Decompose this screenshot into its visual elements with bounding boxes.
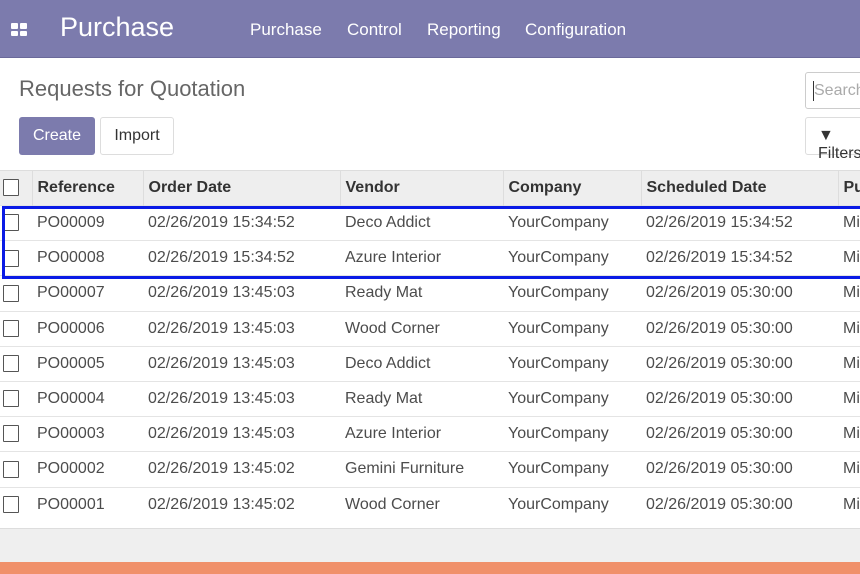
cell-company: YourCompany [503, 416, 641, 452]
cell-reference: PO00009 [32, 204, 143, 241]
cell-vendor: Wood Corner [340, 486, 503, 523]
cell-vendor: Gemini Furniture [340, 451, 503, 487]
row-checkbox[interactable] [0, 240, 32, 276]
footer-area [0, 528, 860, 562]
cell-purchase-rep: Mi [838, 416, 860, 452]
menu-configuration[interactable]: Configuration [525, 20, 626, 40]
row-checkbox[interactable] [0, 310, 32, 347]
cell-order-date: 02/26/2019 15:34:52 [143, 204, 340, 241]
cell-scheduled-date: 02/26/2019 05:30:00 [641, 486, 838, 523]
cell-purchase-rep: Mi [838, 240, 860, 276]
row-checkbox[interactable] [0, 486, 32, 523]
table-row[interactable]: PO00006 02/26/2019 13:45:03 Wood Corner You… [0, 310, 860, 347]
row-checkbox[interactable] [0, 380, 32, 417]
filter-icon: ▼ [818, 127, 834, 144]
row-checkbox[interactable] [0, 204, 32, 241]
cell-scheduled-date: 02/26/2019 05:30:00 [641, 416, 838, 452]
menu-control[interactable]: Control [347, 20, 402, 40]
cell-reference: PO00002 [32, 451, 143, 487]
cell-purchase-rep: Mi [838, 380, 860, 417]
cell-order-date: 02/26/2019 13:45:02 [143, 451, 340, 487]
cell-reference: PO00008 [32, 240, 143, 276]
row-checkbox[interactable] [0, 275, 32, 312]
row-checkbox[interactable] [0, 451, 32, 487]
cell-order-date: 02/26/2019 13:45:03 [143, 275, 340, 312]
table-row[interactable]: PO00004 02/26/2019 13:45:03 Ready Mat YourC… [0, 380, 860, 417]
cell-order-date: 02/26/2019 13:45:02 [143, 486, 340, 523]
cell-company: YourCompany [503, 451, 641, 487]
cell-scheduled-date: 02/26/2019 05:30:00 [641, 380, 838, 417]
cell-company: YourCompany [503, 275, 641, 312]
cell-scheduled-date: 02/26/2019 05:30:00 [641, 451, 838, 487]
cell-reference: PO00006 [32, 310, 143, 347]
cell-purchase-rep: Mi [838, 310, 860, 347]
table-row[interactable]: PO00008 02/26/2019 15:34:52 Azure Interior… [0, 240, 860, 276]
header-scheduled-date[interactable]: Scheduled Date [641, 170, 839, 206]
create-button[interactable]: Create [19, 117, 95, 155]
cell-vendor: Azure Interior [340, 416, 503, 452]
header-reference[interactable]: Reference [32, 170, 144, 206]
cell-scheduled-date: 02/26/2019 15:34:52 [641, 240, 838, 276]
cell-vendor: Azure Interior [340, 240, 503, 276]
header-purchase-rep[interactable]: Pu [838, 170, 860, 206]
cell-vendor: Ready Mat [340, 380, 503, 417]
table-row[interactable]: PO00003 02/26/2019 13:45:03 Azure Interior… [0, 416, 860, 452]
cell-order-date: 02/26/2019 15:34:52 [143, 240, 340, 276]
cell-reference: PO00003 [32, 416, 143, 452]
cell-order-date: 02/26/2019 13:45:03 [143, 310, 340, 347]
cell-scheduled-date: 02/26/2019 05:30:00 [641, 310, 838, 347]
cell-purchase-rep: Mi [838, 451, 860, 487]
cell-company: YourCompany [503, 310, 641, 347]
rfq-table: Reference Order Date Vendor Company Sche… [0, 170, 860, 523]
cell-company: YourCompany [503, 240, 641, 276]
app-brand: Purchase [60, 12, 175, 42]
table-row[interactable]: PO00001 02/26/2019 13:45:02 Wood Corner You… [0, 486, 860, 523]
cell-company: YourCompany [503, 486, 641, 523]
cell-purchase-rep: Mi [838, 275, 860, 312]
cell-vendor: Wood Corner [340, 310, 503, 347]
apps-menu-icon[interactable] [11, 23, 27, 36]
cell-company: YourCompany [503, 380, 641, 417]
cell-vendor: Deco Addict [340, 345, 503, 382]
cell-company: YourCompany [503, 345, 641, 382]
cell-order-date: 02/26/2019 13:45:03 [143, 345, 340, 382]
import-button[interactable]: Import [100, 117, 174, 155]
table-header-row: Reference Order Date Vendor Company Sche… [0, 170, 860, 206]
cell-order-date: 02/26/2019 13:45:03 [143, 380, 340, 417]
select-all-checkbox[interactable] [0, 170, 33, 206]
cell-scheduled-date: 02/26/2019 15:34:52 [641, 204, 838, 241]
top-navbar: Purchase Purchase Control Reporting Conf… [0, 0, 860, 58]
page-title: Requests for Quotation [19, 76, 246, 101]
search-input[interactable]: Search [805, 72, 860, 109]
cell-reference: PO00004 [32, 380, 143, 417]
cell-company: YourCompany [503, 204, 641, 241]
control-panel: Requests for Quotation Create Import Sea… [0, 58, 860, 170]
cell-purchase-rep: Mi [838, 486, 860, 523]
cell-order-date: 02/26/2019 13:45:03 [143, 416, 340, 452]
table-row[interactable]: PO00007 02/26/2019 13:45:03 Ready Mat YourC… [0, 275, 860, 312]
menu-reporting[interactable]: Reporting [427, 20, 501, 40]
cell-purchase-rep: Mi [838, 345, 860, 382]
menu-purchase[interactable]: Purchase [250, 20, 322, 40]
cell-reference: PO00001 [32, 486, 143, 523]
cell-purchase-rep: Mi [838, 204, 860, 241]
cell-vendor: Ready Mat [340, 275, 503, 312]
cell-reference: PO00007 [32, 275, 143, 312]
table-row[interactable]: PO00005 02/26/2019 13:45:03 Deco Addict You… [0, 345, 860, 382]
header-vendor[interactable]: Vendor [340, 170, 504, 206]
header-order-date[interactable]: Order Date [143, 170, 341, 206]
row-checkbox[interactable] [0, 416, 32, 452]
filters-button[interactable]: ▼ Filters [805, 117, 860, 162]
cell-reference: PO00005 [32, 345, 143, 382]
header-company[interactable]: Company [503, 170, 642, 206]
cell-vendor: Deco Addict [340, 204, 503, 241]
row-checkbox[interactable] [0, 345, 32, 382]
cell-scheduled-date: 02/26/2019 05:30:00 [641, 275, 838, 312]
table-row[interactable]: PO00002 02/26/2019 13:45:02 Gemini Furnitu… [0, 451, 860, 487]
table-row[interactable]: PO00009 02/26/2019 15:34:52 Deco Addict You… [0, 204, 860, 241]
cell-scheduled-date: 02/26/2019 05:30:00 [641, 345, 838, 382]
footer-bar [0, 562, 860, 574]
